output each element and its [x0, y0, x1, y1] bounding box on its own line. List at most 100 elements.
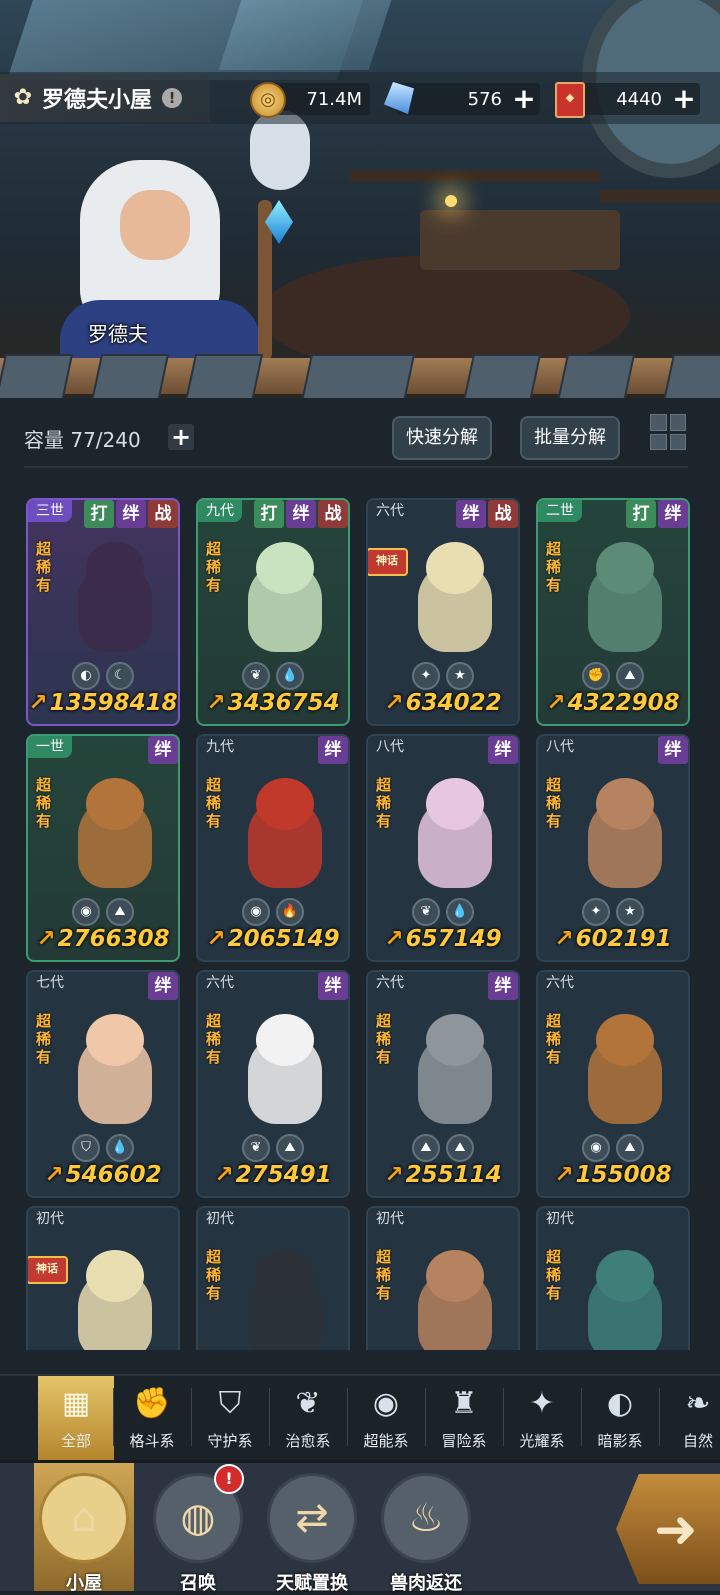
bookshelf: [350, 170, 600, 182]
creature-art: [578, 1004, 672, 1132]
element-icons: ❦ 💧: [198, 662, 348, 690]
element-icons: ◐ ☾: [28, 662, 178, 690]
generation-label: 初代: [376, 1211, 404, 1227]
nav-item[interactable]: ⇄ 天赋置换: [262, 1463, 362, 1594]
filter-tab[interactable]: ⛉ 守护系: [192, 1376, 268, 1460]
nav-label: 小屋: [66, 1573, 102, 1594]
add-ticket-button[interactable]: +: [670, 85, 698, 113]
filter-label: 超能系: [363, 1432, 409, 1450]
element-icons: ◉ ⛰: [28, 898, 178, 926]
mythic-badge: 神话: [368, 548, 408, 576]
trait-tag: 绊: [148, 972, 178, 1000]
adventure-element-icon: ⛰: [446, 1134, 474, 1162]
element-filter-bar: ▦ 全部 ✊ 格斗系 ⛉ 守护系 ❦ 治愈系 ◉ 超能系 ♜ 冒险系 ✦ 光耀系 ◐ 暗影系 ❧ 自然: [0, 1374, 720, 1460]
pet-card[interactable]: 初代 超稀有: [366, 1206, 520, 1350]
filter-tab[interactable]: ❧ 自然: [660, 1376, 720, 1460]
combat-power-value: 657149: [405, 926, 502, 952]
filter-tab[interactable]: ❦ 治愈系: [270, 1376, 346, 1460]
rarity-label: 超稀有: [376, 1012, 392, 1066]
pet-card[interactable]: 二世打绊超稀有 ✊ ⛰ ↗4322908: [536, 498, 690, 726]
adventure-element-icon: ⛰: [616, 662, 644, 690]
creature-art: [408, 1240, 502, 1350]
heal-element-icon: ❦: [242, 1134, 270, 1162]
grid-view-icon[interactable]: [650, 414, 686, 450]
element-icons: ❦ ⛰: [198, 1134, 348, 1162]
combat-power-value: 2065149: [227, 926, 340, 952]
power-icon: ↗: [214, 1162, 234, 1188]
leaf-icon: ❧: [685, 1386, 711, 1421]
tab-separator: [191, 1388, 192, 1446]
combat-power: ↗275491: [198, 1162, 348, 1188]
adventure-element-icon: ⛰: [276, 1134, 304, 1162]
filter-tab[interactable]: ◐ 暗影系: [582, 1376, 658, 1460]
heal-element-icon: ❦: [242, 662, 270, 690]
combat-power: ↗634022: [368, 690, 518, 716]
generation-label: 六代: [206, 975, 234, 991]
pet-card[interactable]: 九代打绊战超稀有 ❦ 💧 ↗3436754: [196, 498, 350, 726]
batch-decompose-button[interactable]: 批量分解: [520, 416, 620, 460]
tag-group: 绊: [316, 972, 348, 1000]
pet-card[interactable]: 八代绊超稀有 ✦ ★ ↗602191: [536, 734, 690, 962]
filter-tab[interactable]: ✊ 格斗系: [114, 1376, 190, 1460]
element-icons: ⛰ ⛰: [368, 1134, 518, 1162]
filter-tab[interactable]: ♜ 冒险系: [426, 1376, 502, 1460]
generation-label: 三世: [28, 500, 72, 522]
tag-group: 绊: [316, 736, 348, 764]
pet-card[interactable]: 八代绊超稀有 ❦ 💧 ↗657149: [366, 734, 520, 962]
candle: [445, 195, 457, 207]
quick-decompose-button[interactable]: 快速分解: [392, 416, 492, 460]
info-icon[interactable]: !: [162, 88, 183, 108]
combat-power-value: 13598418: [49, 690, 178, 716]
rarity-label: 超稀有: [546, 540, 562, 594]
add-crystal-button[interactable]: +: [510, 85, 538, 113]
pet-card[interactable]: 六代绊超稀有 ❦ ⛰ ↗275491: [196, 970, 350, 1198]
creature-art: [408, 532, 502, 660]
power-icon: ↗: [554, 1162, 574, 1188]
light-element-icon: ✦: [582, 898, 610, 926]
pet-card[interactable]: 六代绊战神话 ✦ ★ ↗634022: [366, 498, 520, 726]
pet-card[interactable]: 一世绊超稀有 ◉ ⛰ ↗2766308: [26, 734, 180, 962]
filter-label: 暗影系: [597, 1432, 643, 1450]
combat-power: ↗155008: [538, 1162, 688, 1188]
combat-power-value: 275491: [235, 1162, 332, 1188]
pet-card[interactable]: 七代绊超稀有 ⛉ 💧 ↗546602: [26, 970, 180, 1198]
trait-tag: 绊: [488, 972, 518, 1000]
trait-tag: 绊: [658, 500, 688, 528]
nav-item[interactable]: ♨ 兽肉返还: [376, 1463, 476, 1594]
fire-element-icon: 🔥: [276, 898, 304, 926]
tab-separator: [113, 1388, 114, 1446]
trait-tag: 绊: [318, 972, 348, 1000]
nav-item[interactable]: ⌂ 小屋: [34, 1463, 134, 1594]
trait-tag: 战: [488, 500, 518, 528]
filter-tab[interactable]: ◉ 超能系: [348, 1376, 424, 1460]
pet-card[interactable]: 六代绊超稀有 ⛰ ⛰ ↗255114: [366, 970, 520, 1198]
pet-card[interactable]: 九代绊超稀有 ◉ 🔥 ↗2065149: [196, 734, 350, 962]
expand-capacity-button[interactable]: +: [168, 424, 194, 450]
power-icon: ↗: [554, 926, 574, 952]
combat-power: ↗2065149: [198, 926, 348, 952]
creature-art: [68, 768, 162, 896]
filter-tab[interactable]: ✦ 光耀系: [504, 1376, 580, 1460]
crystal-resource: 576 +: [396, 83, 540, 115]
swap-arrows-icon: ⇄: [267, 1473, 357, 1563]
desk: [420, 210, 620, 270]
filter-label: 光耀系: [519, 1432, 565, 1450]
trait-tag: 绊: [116, 500, 146, 528]
filter-label: 自然: [682, 1432, 713, 1450]
power-icon: ↗: [546, 690, 566, 716]
power-icon: ↗: [36, 926, 56, 952]
filter-label: 治愈系: [285, 1432, 331, 1450]
pet-card[interactable]: 初代 超稀有: [196, 1206, 350, 1350]
potion-shelf: [600, 190, 720, 202]
pet-card[interactable]: 初代 超稀有: [536, 1206, 690, 1350]
pet-card[interactable]: 三世打绊战超稀有 ◐ ☾ ↗13598418: [26, 498, 180, 726]
filter-tab[interactable]: ▦ 全部: [38, 1376, 114, 1460]
pet-card[interactable]: 初代 神话: [26, 1206, 180, 1350]
tab-separator: [425, 1388, 426, 1446]
shield-icon: ⛉: [218, 1386, 242, 1421]
creature-art: [238, 1004, 332, 1132]
cabin-icon: ⌂: [39, 1473, 129, 1563]
combat-power-value: 634022: [405, 690, 502, 716]
pet-card[interactable]: 六代 超稀有 ◉ ⛰ ↗155008: [536, 970, 690, 1198]
creature-art: [578, 1240, 672, 1350]
